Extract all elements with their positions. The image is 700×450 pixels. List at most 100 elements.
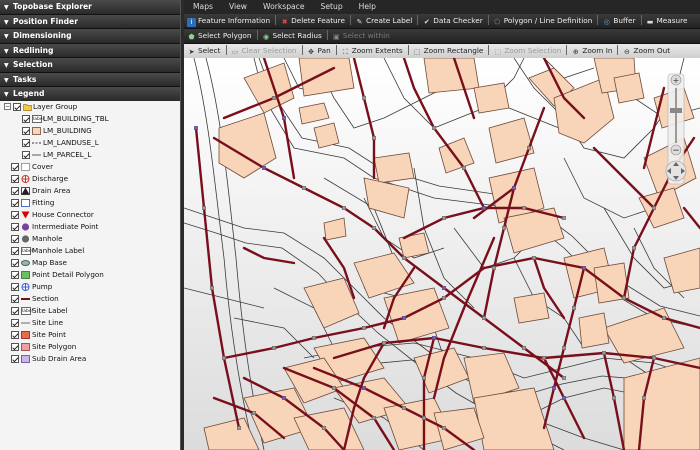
legend-item-manhole[interactable]: Manhole [0, 233, 180, 245]
section-node[interactable] [642, 396, 646, 400]
zoom-selection-button[interactable]: ⬚ Zoom Selection [490, 44, 565, 58]
section-node[interactable] [522, 206, 526, 210]
section-node[interactable] [342, 206, 346, 210]
manhole-node[interactable] [432, 336, 436, 340]
legend-item-site-label[interactable]: label Site Label [0, 305, 180, 317]
legend-item-site-polygon[interactable]: Site Polygon [0, 341, 180, 353]
pan-button[interactable]: ✥ Pan [304, 44, 335, 58]
building-polygon[interactable] [513, 292, 550, 324]
legend-item-lm-parcel-l[interactable]: LM_PARCEL_L [0, 149, 180, 161]
manhole-node[interactable] [402, 316, 406, 320]
section-node[interactable] [252, 411, 256, 415]
legend-item-fitting[interactable]: Fitting [0, 197, 180, 209]
section-node[interactable] [482, 316, 486, 320]
legend-item-manhole-label[interactable]: label Manhole Label [0, 245, 180, 257]
layer-checkbox[interactable] [11, 319, 19, 327]
accordion-header-redlining[interactable]: ▼ Redlining [0, 43, 180, 58]
accordion-header-position-finder[interactable]: ▼ Position Finder [0, 14, 180, 29]
legend-group-layer-group[interactable]: − Layer Group [0, 101, 180, 113]
building-polygon[interactable] [473, 82, 510, 114]
manhole-node[interactable] [282, 396, 286, 400]
section-node[interactable] [562, 346, 566, 350]
select-button[interactable]: ➤ Select [184, 44, 225, 58]
manhole-node[interactable] [194, 126, 198, 130]
section-node[interactable] [422, 416, 426, 420]
section-node[interactable] [372, 416, 376, 420]
layer-checkbox[interactable] [22, 115, 30, 123]
manhole-node[interactable] [552, 386, 556, 390]
layer-checkbox[interactable] [11, 259, 19, 267]
section-node[interactable] [362, 96, 366, 100]
legend-item-house-connector[interactable]: House Connector [0, 209, 180, 221]
legend-item-sub-drain-area[interactable]: Sub Drain Area [0, 353, 180, 365]
section-node[interactable] [372, 136, 376, 140]
section-node[interactable] [442, 216, 446, 220]
section-node[interactable] [462, 166, 466, 170]
section-node[interactable] [237, 426, 241, 430]
layer-checkbox[interactable] [11, 235, 19, 243]
legend-item-intermediate-point[interactable]: Intermediate Point [0, 221, 180, 233]
select-radius-button[interactable]: ◉ Select Radius [259, 29, 326, 43]
layer-checkbox[interactable] [11, 271, 19, 279]
section-node[interactable] [442, 426, 446, 430]
measure-button[interactable]: ▬ Measure [643, 14, 692, 28]
section-node[interactable] [422, 376, 426, 380]
section-node[interactable] [322, 426, 326, 430]
manhole-node[interactable] [562, 396, 566, 400]
legend-item-map-base[interactable]: Map Base [0, 257, 180, 269]
buffer-button[interactable]: ◎ Buffer [599, 14, 639, 28]
section-node[interactable] [532, 256, 536, 260]
legend-item-lm-building-tbl[interactable]: label LM_BUILDING_TBL [0, 113, 180, 125]
map-viewport[interactable]: + − [184, 58, 700, 450]
delete-feature-button[interactable]: ✖ Delete Feature [277, 14, 349, 28]
section-node[interactable] [542, 356, 546, 360]
section-node[interactable] [662, 316, 666, 320]
manhole-node[interactable] [512, 186, 516, 190]
layer-checkbox[interactable] [13, 103, 21, 111]
legend-item-site-point[interactable]: Site Point [0, 329, 180, 341]
accordion-header-tasks[interactable]: ▼ Tasks [0, 72, 180, 87]
section-node[interactable] [527, 146, 531, 150]
section-node[interactable] [492, 266, 496, 270]
section-node[interactable] [442, 296, 446, 300]
section-node[interactable] [522, 346, 526, 350]
zoom-out-button[interactable]: ⊖ Zoom Out [619, 44, 674, 58]
select-polygon-button[interactable]: ⬟ Select Polygon [184, 29, 256, 43]
section-node[interactable] [302, 186, 306, 190]
building-polygon[interactable] [398, 232, 430, 259]
collapse-icon[interactable]: − [4, 103, 11, 110]
section-node[interactable] [502, 226, 506, 230]
map-canvas[interactable]: + − [184, 58, 700, 450]
legend-item-lm-building[interactable]: LM_BUILDING [0, 125, 180, 137]
section-node[interactable] [622, 296, 626, 300]
menu-workspace[interactable]: Workspace [254, 0, 312, 13]
menu-setup[interactable]: Setup [312, 0, 350, 13]
section-node[interactable] [332, 386, 336, 390]
section-node[interactable] [562, 216, 566, 220]
layer-checkbox[interactable] [11, 163, 19, 171]
manhole-node[interactable] [442, 286, 446, 290]
legend-item-cover[interactable]: Cover [0, 161, 180, 173]
manhole-node[interactable] [362, 386, 366, 390]
legend-item-pump[interactable]: Pump [0, 281, 180, 293]
section-node[interactable] [202, 206, 206, 210]
feature-information-button[interactable]: i Feature Information [184, 14, 274, 28]
menu-help[interactable]: Help [350, 0, 383, 13]
polygon-line-definition-button[interactable]: ⬠ Polygon / Line Definition [490, 14, 597, 28]
section-node[interactable] [482, 346, 486, 350]
section-node[interactable] [612, 396, 616, 400]
section-node[interactable] [432, 126, 436, 130]
layer-checkbox[interactable] [11, 295, 19, 303]
manhole-node[interactable] [482, 206, 486, 210]
legend-item-point-detail-polygon[interactable]: Point Detail Polygon [0, 269, 180, 281]
section-node[interactable] [272, 96, 276, 100]
accordion-header-topobase-explorer[interactable]: ▼ Topobase Explorer [0, 0, 180, 15]
section-node[interactable] [210, 286, 214, 290]
section-node[interactable] [272, 346, 276, 350]
section-node[interactable] [402, 406, 406, 410]
layer-checkbox[interactable] [11, 355, 19, 363]
layer-checkbox[interactable] [11, 331, 19, 339]
layer-checkbox[interactable] [11, 247, 19, 255]
legend-item-discharge[interactable]: Discharge [0, 173, 180, 185]
data-checker-button[interactable]: ✔ Data Checker [419, 14, 486, 28]
